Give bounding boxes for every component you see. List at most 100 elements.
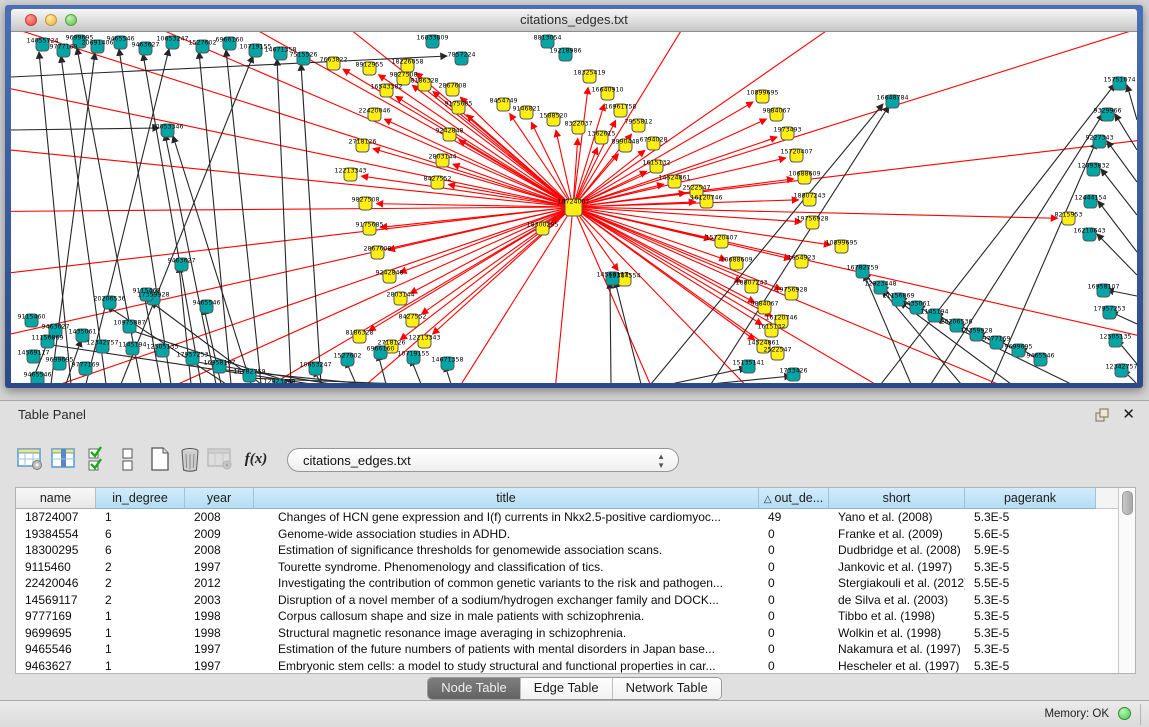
cell-out_degree[interactable]: 0 xyxy=(759,526,829,543)
float-window-icon[interactable] xyxy=(1095,408,1109,422)
cell-name[interactable]: 19384554 xyxy=(16,526,96,543)
table-row[interactable]: 911546021997Tourette syndrome. Phenomeno… xyxy=(16,559,1121,576)
column-header-title[interactable]: title xyxy=(254,488,759,509)
cell-in_degree[interactable]: 1 xyxy=(96,641,185,658)
cell-out_degree[interactable]: 0 xyxy=(759,625,829,642)
cell-title[interactable]: Estimation of significance thresholds fo… xyxy=(254,542,759,559)
cell-pagerank[interactable]: 5.5E-5 xyxy=(965,575,1096,592)
column-header-year[interactable]: year xyxy=(185,488,254,509)
cell-out_degree[interactable]: 0 xyxy=(759,575,829,592)
cell-title[interactable]: Investigating the contribution of common… xyxy=(254,575,759,592)
network-canvas[interactable]: 1872400718300295891295518226058165433828… xyxy=(11,32,1137,383)
table-mode-icon[interactable] xyxy=(16,445,44,473)
cell-in_degree[interactable]: 1 xyxy=(96,509,185,526)
delete-column-icon[interactable] xyxy=(176,445,204,473)
cell-pagerank[interactable]: 5.3E-5 xyxy=(965,509,1096,526)
column-header-name[interactable]: name xyxy=(16,488,96,509)
cell-year[interactable]: 1997 xyxy=(185,658,254,675)
close-window-button[interactable] xyxy=(25,14,37,26)
cell-short[interactable]: Jankovic et al. (1997) xyxy=(829,559,965,576)
cell-out_degree[interactable]: 0 xyxy=(759,592,829,609)
tab-node-table[interactable]: Node Table xyxy=(428,678,520,699)
resize-grip[interactable] xyxy=(1140,704,1141,725)
cell-in_degree[interactable]: 6 xyxy=(96,526,185,543)
show-columns-icon[interactable] xyxy=(50,445,78,473)
cell-year[interactable]: 1997 xyxy=(185,641,254,658)
cell-title[interactable]: Changes of HCN gene expression and I(f) … xyxy=(254,509,759,526)
cell-name[interactable]: 9115460 xyxy=(16,559,96,576)
cell-pagerank[interactable]: 5.3E-5 xyxy=(965,625,1096,642)
create-column-icon[interactable] xyxy=(146,445,174,473)
cell-year[interactable]: 1998 xyxy=(185,625,254,642)
cell-short[interactable]: Nakamura et al. (1997) xyxy=(829,641,965,658)
cell-name[interactable]: 22420046 xyxy=(16,575,96,592)
tab-edge-table[interactable]: Edge Table xyxy=(520,678,612,699)
cell-title[interactable]: Structural magnetic resonance image aver… xyxy=(254,625,759,642)
cell-year[interactable]: 1998 xyxy=(185,608,254,625)
select-all-columns-icon[interactable] xyxy=(84,445,112,473)
table-row[interactable]: 1872400712008Changes of HCN gene express… xyxy=(16,509,1121,526)
cell-year[interactable]: 2008 xyxy=(185,509,254,526)
cell-year[interactable]: 2009 xyxy=(185,526,254,543)
cell-name[interactable]: 9465546 xyxy=(16,641,96,658)
table-row[interactable]: 977716911998Corpus callosum shape and si… xyxy=(16,608,1121,625)
column-header-out_degree[interactable]: △out_de... xyxy=(759,488,829,509)
cell-title[interactable]: Embryonic stem cells: a model to study s… xyxy=(254,658,759,675)
cell-in_degree[interactable]: 1 xyxy=(96,625,185,642)
table-row[interactable]: 946362711997Embryonic stem cells: a mode… xyxy=(16,658,1121,675)
cell-title[interactable]: Disruption of a novel member of a sodium… xyxy=(254,592,759,609)
cell-pagerank[interactable]: 5.3E-5 xyxy=(965,608,1096,625)
cell-short[interactable]: Franke et al. (2009) xyxy=(829,526,965,543)
cell-name[interactable]: 9699695 xyxy=(16,625,96,642)
zoom-window-button[interactable] xyxy=(65,14,77,26)
cell-short[interactable]: Yano et al. (2008) xyxy=(829,509,965,526)
cell-in_degree[interactable]: 1 xyxy=(96,658,185,675)
cell-pagerank[interactable]: 5.3E-5 xyxy=(965,559,1096,576)
column-header-in_degree[interactable]: in_degree xyxy=(96,488,185,509)
cell-in_degree[interactable]: 2 xyxy=(96,559,185,576)
cell-short[interactable]: Dudbridge et al. (2008) xyxy=(829,542,965,559)
cell-pagerank[interactable]: 5.3E-5 xyxy=(965,641,1096,658)
table-row[interactable]: 1830029562008Estimation of significance … xyxy=(16,542,1121,559)
cell-name[interactable]: 14569117 xyxy=(16,592,96,609)
function-builder-icon[interactable]: f(x) xyxy=(242,445,270,473)
cell-in_degree[interactable]: 1 xyxy=(96,608,185,625)
column-header-pagerank[interactable]: pagerank xyxy=(965,488,1096,509)
cell-short[interactable]: Tibbo et al. (1998) xyxy=(829,608,965,625)
table-row[interactable]: 946554611997Estimation of the future num… xyxy=(16,641,1121,658)
citation-graph[interactable]: 1872400718300295891295518226058165433828… xyxy=(11,32,1137,383)
cell-pagerank[interactable]: 5.3E-5 xyxy=(965,658,1096,675)
unselect-all-columns-icon[interactable] xyxy=(114,445,142,473)
cell-out_degree[interactable]: 0 xyxy=(759,559,829,576)
cell-year[interactable]: 2012 xyxy=(185,575,254,592)
table-row[interactable]: 1456911722003Disruption of a novel membe… xyxy=(16,592,1121,609)
cell-title[interactable]: Corpus callosum shape and size in male p… xyxy=(254,608,759,625)
cell-name[interactable]: 9777169 xyxy=(16,608,96,625)
table-selector-dropdown[interactable]: citations_edges.txt ▲▼ xyxy=(287,448,679,472)
cell-short[interactable]: Hescheler et al. (1997) xyxy=(829,658,965,675)
cell-out_degree[interactable]: 49 xyxy=(759,509,829,526)
tab-network-table[interactable]: Network Table xyxy=(612,678,721,699)
cell-title[interactable]: Genome-wide association studies in ADHD. xyxy=(254,526,759,543)
cell-in_degree[interactable]: 2 xyxy=(96,592,185,609)
cell-name[interactable]: 18724007 xyxy=(16,509,96,526)
cell-short[interactable]: de Silva et al. (2003) xyxy=(829,592,965,609)
table-row[interactable]: 1938455462009Genome-wide association stu… xyxy=(16,526,1121,543)
cell-pagerank[interactable]: 5.3E-5 xyxy=(965,592,1096,609)
cell-out_degree[interactable]: 0 xyxy=(759,542,829,559)
cell-title[interactable]: Tourette syndrome. Phenomenology and cla… xyxy=(254,559,759,576)
cell-name[interactable]: 18300295 xyxy=(16,542,96,559)
cell-year[interactable]: 2003 xyxy=(185,592,254,609)
table-row[interactable]: 2242004622012Investigating the contribut… xyxy=(16,575,1121,592)
cell-out_degree[interactable]: 0 xyxy=(759,608,829,625)
close-icon[interactable]: ✕ xyxy=(1122,405,1135,423)
cell-year[interactable]: 1997 xyxy=(185,559,254,576)
cell-short[interactable]: Stergiakouli et al. (2012) xyxy=(829,575,965,592)
cell-pagerank[interactable]: 5.9E-5 xyxy=(965,542,1096,559)
cell-out_degree[interactable]: 0 xyxy=(759,658,829,675)
cell-in_degree[interactable]: 6 xyxy=(96,542,185,559)
cell-pagerank[interactable]: 5.6E-5 xyxy=(965,526,1096,543)
column-header-short[interactable]: short xyxy=(829,488,965,509)
table-row[interactable]: 969969511998Structural magnetic resonanc… xyxy=(16,625,1121,642)
cell-name[interactable]: 9463627 xyxy=(16,658,96,675)
